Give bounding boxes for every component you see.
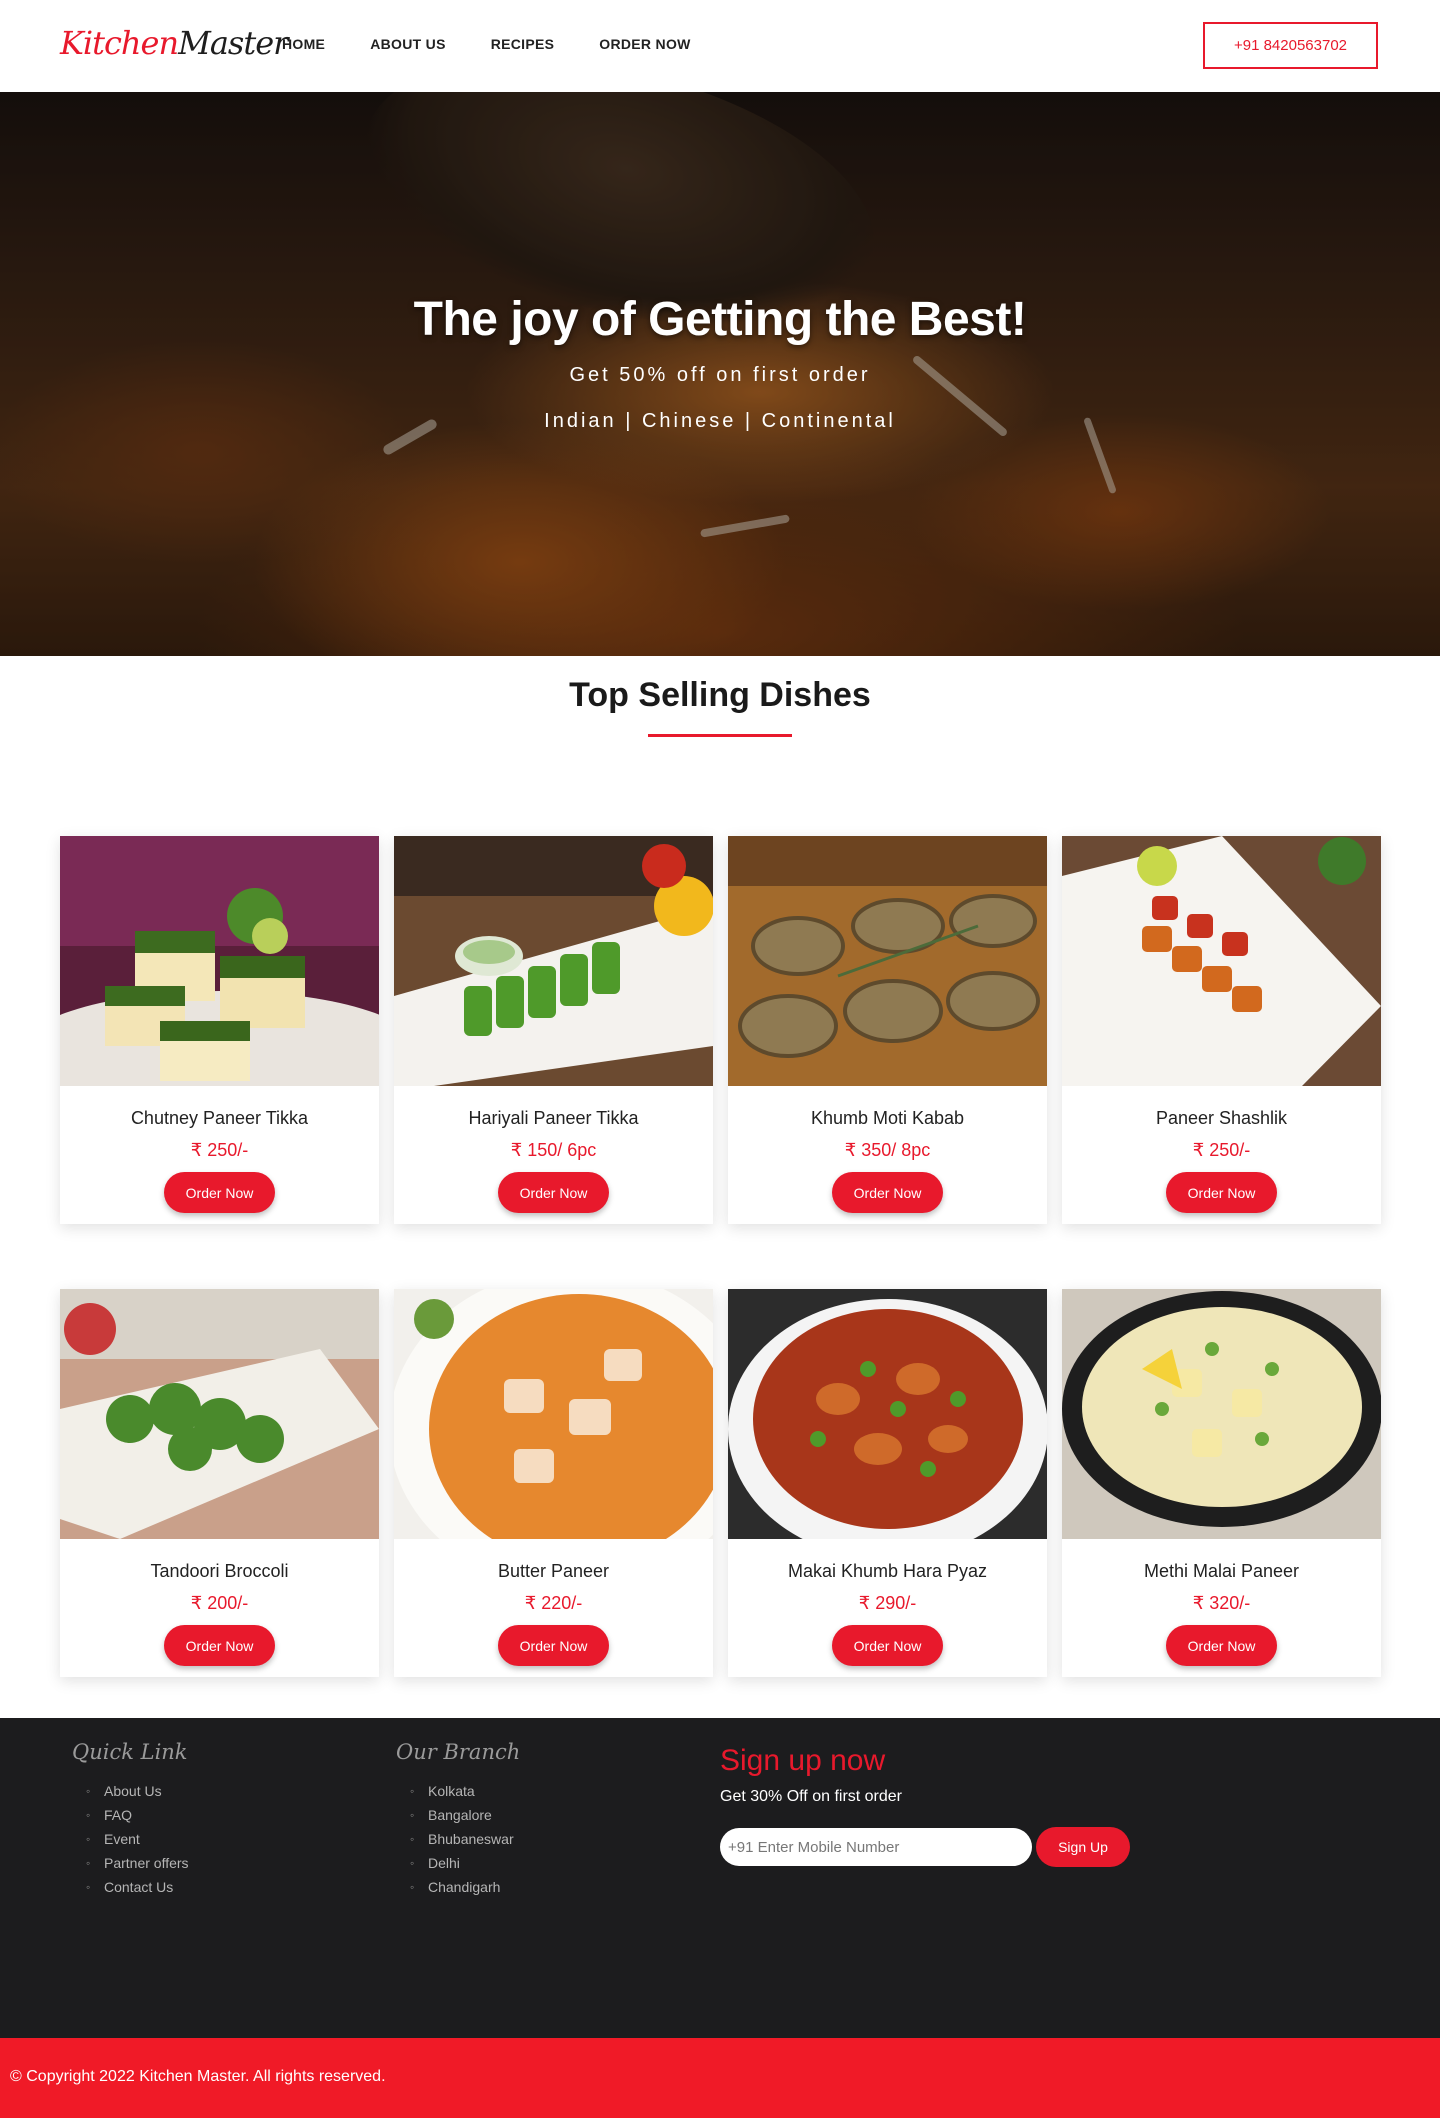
order-now-button[interactable]: Order Now <box>164 1172 275 1213</box>
order-now-button[interactable]: Order Now <box>498 1172 609 1213</box>
nav-recipes[interactable]: RECIPES <box>491 36 555 52</box>
nav-about-us[interactable]: ABOUT US <box>370 36 446 52</box>
nav-home[interactable]: HOME <box>282 36 325 52</box>
section-title: Top Selling Dishes <box>569 676 871 714</box>
chutney-paneer-tikka-photo <box>60 836 379 1086</box>
makai-khumb-hara-pyaz-photo <box>728 1289 1047 1539</box>
brand-logo[interactable]: KitchenMaster <box>60 24 288 62</box>
dish-card: Khumb Moti Kabab ₹ 350/ 8pc Order Now <box>728 836 1047 1224</box>
dish-name: Hariyali Paneer Tikka <box>468 1108 639 1128</box>
dish-card: Hariyali Paneer Tikka ₹ 150/ 6pc Order N… <box>394 836 713 1224</box>
sign-up-button[interactable]: Sign Up <box>1036 1827 1130 1867</box>
footer-link-partner-offers[interactable]: Partner offers <box>72 1851 189 1875</box>
branch-delhi[interactable]: Delhi <box>396 1851 514 1875</box>
brand-logo-part2: Master <box>178 24 288 62</box>
order-now-button[interactable]: Order Now <box>1166 1172 1277 1213</box>
signup-subtitle: Get 30% Off on first order <box>720 1788 903 1805</box>
dish-price: ₹ 320/- <box>1192 1593 1251 1613</box>
dish-name: Tandoori Broccoli <box>150 1561 289 1581</box>
dish-price: ₹ 290/- <box>858 1593 917 1613</box>
hero-title: The joy of Getting the Best! <box>413 293 1027 346</box>
branch-bangalore[interactable]: Bangalore <box>396 1803 514 1827</box>
dish-name: Chutney Paneer Tikka <box>130 1108 309 1128</box>
branch-kolkata[interactable]: Kolkata <box>396 1779 514 1803</box>
order-now-button[interactable]: Order Now <box>1166 1625 1277 1666</box>
hero-cuisines: Indian | Chinese | Continental <box>544 410 896 432</box>
methi-malai-paneer-photo <box>1062 1289 1381 1539</box>
copyright-text: © Copyright 2022 Kitchen Master. All rig… <box>10 2068 386 2085</box>
footer-link-faq[interactable]: FAQ <box>72 1803 189 1827</box>
brand-logo-part1: Kitchen <box>60 24 179 62</box>
order-now-button[interactable]: Order Now <box>832 1625 943 1666</box>
dish-price: ₹ 250/- <box>190 1140 249 1160</box>
quick-link-list: About Us FAQ Event Partner offers Contac… <box>72 1779 189 1899</box>
footer-link-event[interactable]: Event <box>72 1827 189 1851</box>
dish-price: ₹ 200/- <box>190 1593 249 1613</box>
butter-paneer-photo <box>394 1289 713 1539</box>
paneer-shashlik-photo <box>1062 836 1381 1086</box>
dish-card: Methi Malai Paneer ₹ 320/- Order Now <box>1062 1289 1381 1677</box>
order-now-button[interactable]: Order Now <box>164 1625 275 1666</box>
dish-name: Khumb Moti Kabab <box>810 1108 965 1128</box>
order-now-button[interactable]: Order Now <box>832 1172 943 1213</box>
quick-link-title: Quick Link <box>72 1740 188 1764</box>
section-underline <box>648 734 792 737</box>
dish-card: Tandoori Broccoli ₹ 200/- Order Now <box>60 1289 379 1677</box>
dish-name: Butter Paneer <box>497 1561 610 1581</box>
dish-card: Butter Paneer ₹ 220/- Order Now <box>394 1289 713 1677</box>
navbar: KitchenMaster HOME ABOUT US RECIPES ORDE… <box>0 0 1440 92</box>
branch-chandigarh[interactable]: Chandigarh <box>396 1875 514 1899</box>
hero-banner: The joy of Getting the Best! Get 50% off… <box>0 92 1440 656</box>
dish-card: Chutney Paneer Tikka ₹ 250/- Order Now <box>60 836 379 1224</box>
footer-link-contact-us[interactable]: Contact Us <box>72 1875 189 1899</box>
order-now-button[interactable]: Order Now <box>498 1625 609 1666</box>
branch-bhubaneswar[interactable]: Bhubaneswar <box>396 1827 514 1851</box>
mobile-number-input[interactable] <box>720 1828 1032 1866</box>
dish-name: Makai Khumb Hara Pyaz <box>787 1561 988 1581</box>
footer-link-about-us[interactable]: About Us <box>72 1779 189 1803</box>
branch-list: Kolkata Bangalore Bhubaneswar Delhi Chan… <box>396 1779 514 1899</box>
phone-button[interactable]: +91 8420563702 <box>1203 22 1378 69</box>
signup-title: Sign up now <box>720 1744 886 1777</box>
dish-card: Paneer Shashlik ₹ 250/- Order Now <box>1062 836 1381 1224</box>
hariyali-paneer-tikka-photo <box>394 836 713 1086</box>
dish-card: Makai Khumb Hara Pyaz ₹ 290/- Order Now <box>728 1289 1047 1677</box>
our-branch-title: Our Branch <box>396 1740 521 1764</box>
dish-price: ₹ 350/ 8pc <box>844 1140 931 1160</box>
copyright-bar: © Copyright 2022 Kitchen Master. All rig… <box>0 2038 1440 2118</box>
dish-price: ₹ 150/ 6pc <box>510 1140 597 1160</box>
dish-price: ₹ 250/- <box>1192 1140 1251 1160</box>
khumb-moti-kabab-photo <box>728 836 1047 1086</box>
main-nav: HOME ABOUT US RECIPES ORDER NOW <box>282 36 736 52</box>
nav-order-now[interactable]: ORDER NOW <box>599 36 690 52</box>
dish-name: Methi Malai Paneer <box>1143 1561 1300 1581</box>
dish-name: Paneer Shashlik <box>1155 1108 1288 1128</box>
tandoori-broccoli-photo <box>60 1289 379 1539</box>
dish-price: ₹ 220/- <box>524 1593 583 1613</box>
hero-subtitle: Get 50% off on first order <box>569 364 871 386</box>
